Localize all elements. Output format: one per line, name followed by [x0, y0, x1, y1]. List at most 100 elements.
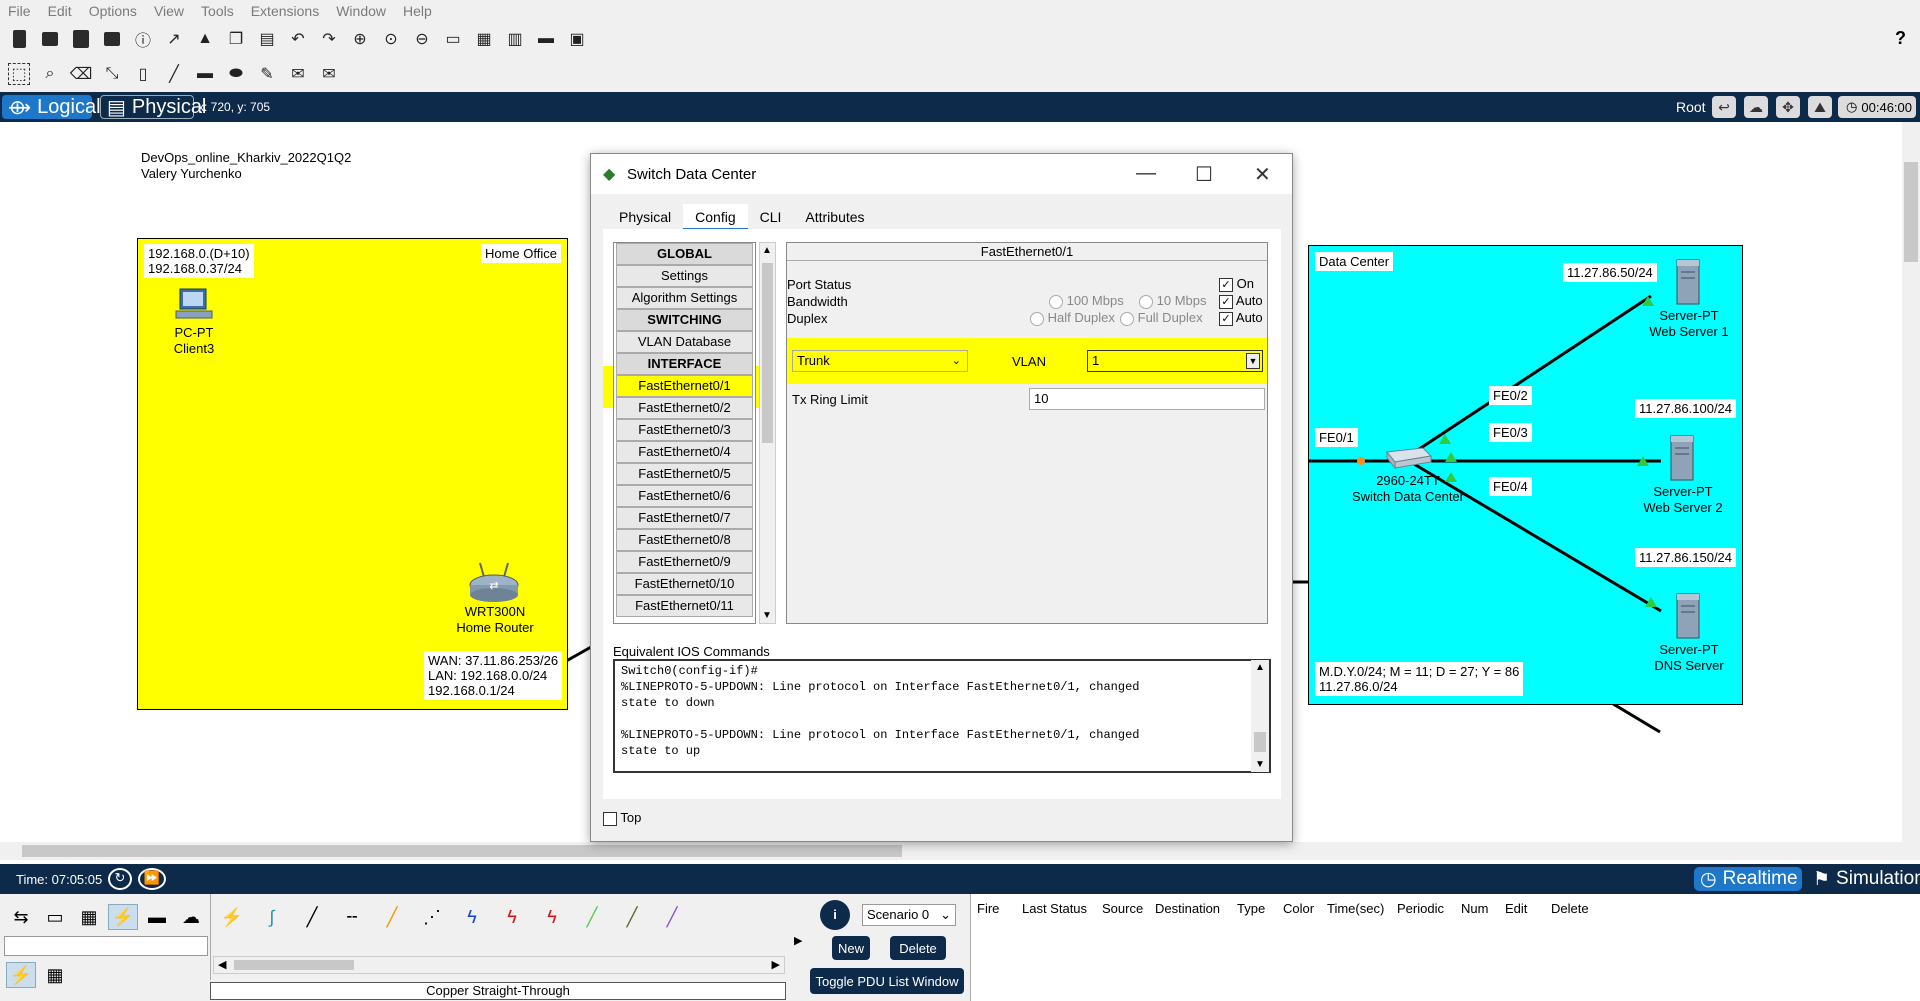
- open-folder-icon[interactable]: [39, 28, 61, 50]
- serial-dce-icon[interactable]: ϟ: [497, 904, 527, 930]
- scroll-up-icon[interactable]: ▲: [1255, 662, 1265, 673]
- copy-icon[interactable]: ❐: [225, 28, 247, 50]
- scroll-up-icon[interactable]: ▲: [762, 245, 772, 256]
- pdu-col-edit[interactable]: Edit: [1505, 901, 1527, 916]
- pdu-col-time[interactable]: Time(sec): [1327, 901, 1384, 916]
- top-option[interactable]: Top: [603, 810, 641, 826]
- move-icon[interactable]: ✥: [1776, 96, 1800, 118]
- menu-file[interactable]: File: [8, 3, 31, 19]
- save-icon[interactable]: [70, 28, 92, 50]
- ios-output-scrollbar[interactable]: ▲ ▼: [1251, 660, 1269, 772]
- maximize-icon[interactable]: ☐: [1195, 162, 1213, 187]
- menu-edit[interactable]: Edit: [48, 3, 72, 19]
- realtime-button[interactable]: ◷ Realtime: [1694, 867, 1802, 891]
- coaxial-icon[interactable]: ϟ: [457, 904, 487, 930]
- home-office-area[interactable]: Home Office 192.168.0.(D+10) 192.168.0.3…: [137, 238, 568, 710]
- menu-help[interactable]: Help: [403, 3, 432, 19]
- serial-dte-icon[interactable]: ϟ: [537, 904, 567, 930]
- multiuser-icon[interactable]: ☁: [176, 904, 206, 930]
- nav-list-scrollbar[interactable]: ▲ ▼: [759, 242, 776, 624]
- scenario-select[interactable]: Scenario 0 ⌄: [862, 904, 956, 926]
- power-cycle-icon[interactable]: ↻: [108, 868, 132, 890]
- data-center-area[interactable]: Data Center FE0/1 FE0/2 FE0/3 FE0/4 2960…: [1308, 245, 1743, 705]
- resize-icon[interactable]: ⤡: [101, 63, 123, 85]
- components-icon[interactable]: ▦: [74, 904, 104, 930]
- select-icon[interactable]: ⬚: [8, 63, 30, 85]
- auto-connection-icon[interactable]: ⚡: [6, 962, 36, 988]
- add-complex-pdu-icon[interactable]: ✉: [318, 63, 340, 85]
- collapse-arrow-icon[interactable]: ▶: [794, 934, 802, 947]
- copper-straight-icon[interactable]: ╱: [297, 904, 327, 930]
- nav-port[interactable]: FastEthernet0/7: [616, 507, 753, 529]
- pdu-col-type[interactable]: Type: [1237, 901, 1265, 916]
- octal-cable-icon[interactable]: ╱: [577, 904, 607, 930]
- console-cable-icon[interactable]: ∫: [257, 904, 287, 930]
- pdu-col-source[interactable]: Source: [1102, 901, 1143, 916]
- device-icon[interactable]: ▬: [535, 28, 557, 50]
- server3-icon[interactable]: [1673, 590, 1703, 640]
- full-duplex-radio[interactable]: Full Duplex: [1120, 310, 1203, 326]
- scroll-left-icon[interactable]: ◀: [218, 958, 226, 971]
- connections-icon[interactable]: ⚡: [108, 904, 138, 930]
- custom-devices-icon[interactable]: ▦: [473, 28, 495, 50]
- menu-options[interactable]: Options: [89, 3, 137, 19]
- redo-icon[interactable]: ↷: [318, 28, 340, 50]
- phone-cable-icon[interactable]: ⋰: [417, 904, 447, 930]
- nav-port[interactable]: FastEthernet0/6: [616, 485, 753, 507]
- bw-100-radio[interactable]: 100 Mbps: [1049, 293, 1124, 309]
- pc-icon[interactable]: [174, 287, 214, 321]
- nav-port[interactable]: FastEthernet0/1: [616, 375, 753, 397]
- simulation-button[interactable]: ⚑ Simulation: [1807, 867, 1920, 891]
- vlan-select[interactable]: 1 ▼: [1087, 350, 1263, 372]
- ios-commands-output[interactable]: Switch0(config-if)# %LINEPROTO-5-UPDOWN:…: [613, 659, 1271, 773]
- drawing-palette-icon[interactable]: ▭: [442, 28, 464, 50]
- scroll-right-icon[interactable]: ▶: [772, 958, 780, 971]
- paste-icon[interactable]: ▤: [256, 28, 278, 50]
- iot-cable-icon[interactable]: ╱: [617, 904, 647, 930]
- report-icon[interactable]: ▥: [504, 28, 526, 50]
- zoom-reset-icon[interactable]: ⊙: [380, 28, 402, 50]
- auto-cable-icon[interactable]: ⚡: [217, 904, 247, 930]
- switch-icon[interactable]: [1381, 446, 1433, 470]
- server2-icon[interactable]: [1667, 432, 1697, 482]
- tab-config[interactable]: Config: [683, 204, 748, 230]
- nav-interface[interactable]: INTERFACE: [616, 353, 753, 375]
- logical-tab[interactable]: ⟴ Logical: [2, 95, 101, 119]
- viewport-clock[interactable]: ◷ 00:46:00: [1838, 96, 1916, 118]
- scroll-down-icon[interactable]: ▼: [1255, 759, 1265, 770]
- tx-ring-input[interactable]: 10: [1029, 388, 1265, 410]
- network-devices-icon[interactable]: ⇆: [6, 904, 36, 930]
- add-simple-pdu-icon[interactable]: ✉: [287, 63, 309, 85]
- port-status-toggle[interactable]: ✓ On: [1219, 276, 1254, 292]
- menu-window[interactable]: Window: [336, 3, 386, 19]
- half-duplex-radio[interactable]: Half Duplex: [1030, 310, 1115, 326]
- new-scenario-button[interactable]: New: [832, 936, 870, 960]
- info-icon[interactable]: i: [820, 900, 850, 930]
- menu-tools[interactable]: Tools: [201, 3, 234, 19]
- draw-line-icon[interactable]: ╱: [163, 63, 185, 85]
- duplex-auto-checkbox[interactable]: ✓ Auto: [1219, 310, 1263, 326]
- fast-forward-icon[interactable]: ⏩: [138, 868, 166, 890]
- delete-scenario-button[interactable]: Delete: [890, 936, 946, 960]
- fiber-icon[interactable]: ╱: [377, 904, 407, 930]
- draw-ellipse-icon[interactable]: ⬬: [225, 63, 247, 85]
- dialog-titlebar[interactable]: ◆ Switch Data Center — ☐ ✕: [591, 154, 1292, 194]
- tab-physical[interactable]: Physical: [607, 204, 683, 230]
- pdu-col-num[interactable]: Num: [1461, 901, 1488, 916]
- pdu-col-last-status[interactable]: Last Status: [1022, 901, 1087, 916]
- workspace-horizontal-scrollbar[interactable]: [0, 842, 1920, 860]
- nav-port[interactable]: FastEthernet0/3: [616, 419, 753, 441]
- nav-port[interactable]: FastEthernet0/10: [616, 573, 753, 595]
- mode-select[interactable]: Trunk ⌄: [792, 350, 968, 372]
- help-button[interactable]: ?: [1895, 28, 1906, 49]
- screenshot-icon[interactable]: ▣: [566, 28, 588, 50]
- zoom-in-icon[interactable]: ⊕: [349, 28, 371, 50]
- pdu-col-delete[interactable]: Delete: [1551, 901, 1589, 916]
- nav-port[interactable]: FastEthernet0/8: [616, 529, 753, 551]
- end-devices-icon[interactable]: ▭: [40, 904, 70, 930]
- nav-port[interactable]: FastEthernet0/4: [616, 441, 753, 463]
- pdu-col-fire[interactable]: Fire: [977, 901, 999, 916]
- menu-view[interactable]: View: [154, 3, 184, 19]
- cluster-icon[interactable]: ☁: [1744, 96, 1768, 118]
- nav-settings[interactable]: Settings: [616, 265, 753, 287]
